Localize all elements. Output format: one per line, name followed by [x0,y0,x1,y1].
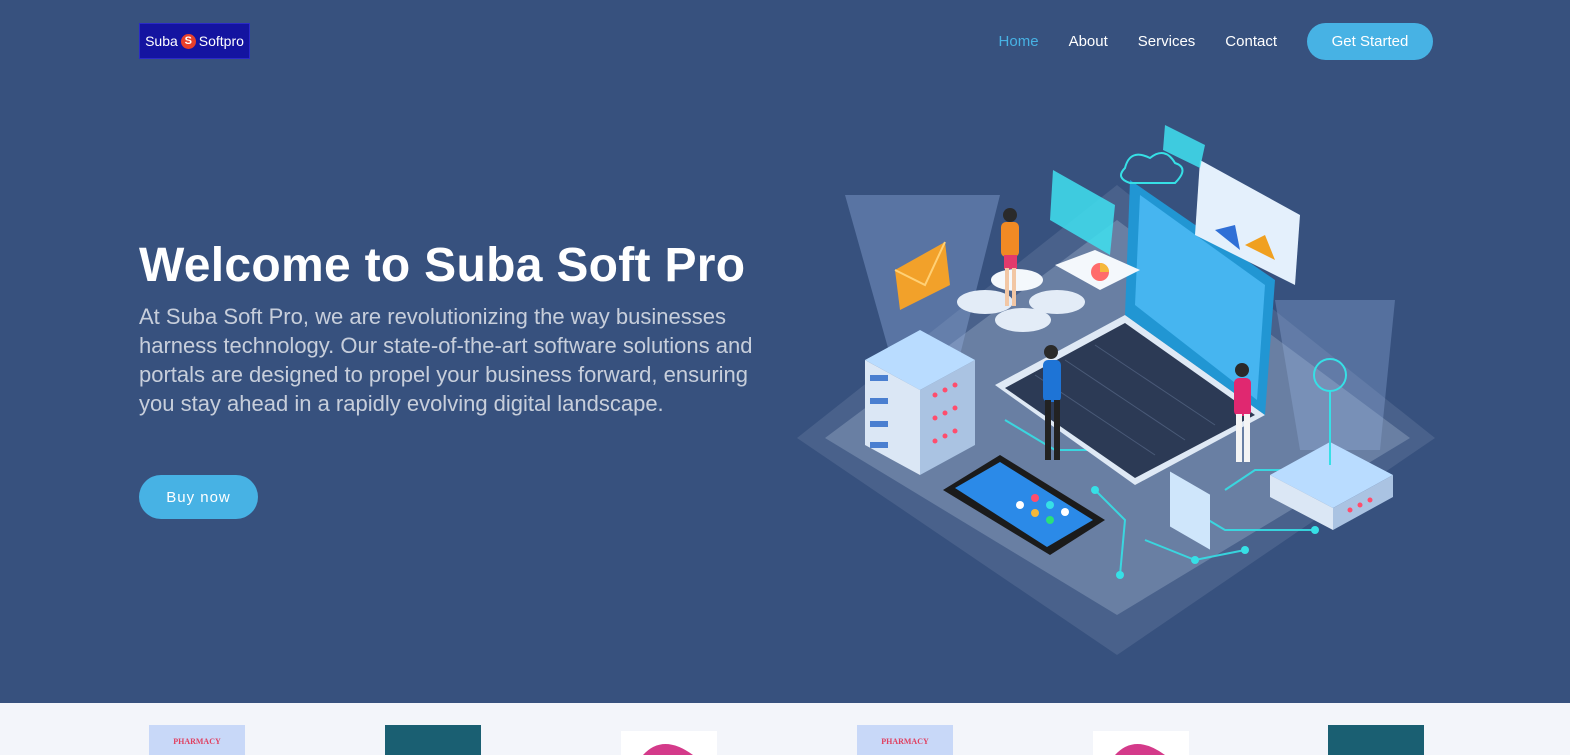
site-header: Suba S Softpro Home About Services Conta… [0,0,1570,82]
get-started-button[interactable]: Get Started [1307,23,1433,60]
buy-now-button[interactable]: Buy now [139,475,258,519]
hero-illustration-icon [797,125,1435,655]
logo-text-right: Softpro [198,33,244,49]
client-logo-text: PHARMACY [881,737,929,746]
client-logo [1328,725,1424,755]
clients-bar: PHARMACY PHARMACY [0,703,1570,755]
client-brand-icon [643,744,693,755]
nav-item-about[interactable]: About [1069,33,1108,50]
nav-item-services[interactable]: Services [1138,33,1196,50]
client-logo [385,725,481,755]
client-logo: PHARMACY [149,725,245,755]
logo[interactable]: Suba S Softpro [139,23,250,59]
client-logo-text: PHARMACY [173,737,221,746]
client-logo: PHARMACY [857,725,953,755]
client-brand-icon [1115,744,1165,755]
logo-text-left: Suba [145,33,178,49]
nav-item-contact[interactable]: Contact [1225,33,1277,50]
hero-description: At Suba Soft Pro, we are revolutionizing… [139,304,753,416]
nav-item-home[interactable]: Home [999,33,1039,50]
client-logo [621,731,717,755]
main-nav: Home About Services Contact Get Started [969,23,1433,60]
hero-title: Welcome to Suba Soft Pro [139,239,746,292]
logo-s-icon: S [180,33,196,49]
client-logo [1093,731,1189,755]
